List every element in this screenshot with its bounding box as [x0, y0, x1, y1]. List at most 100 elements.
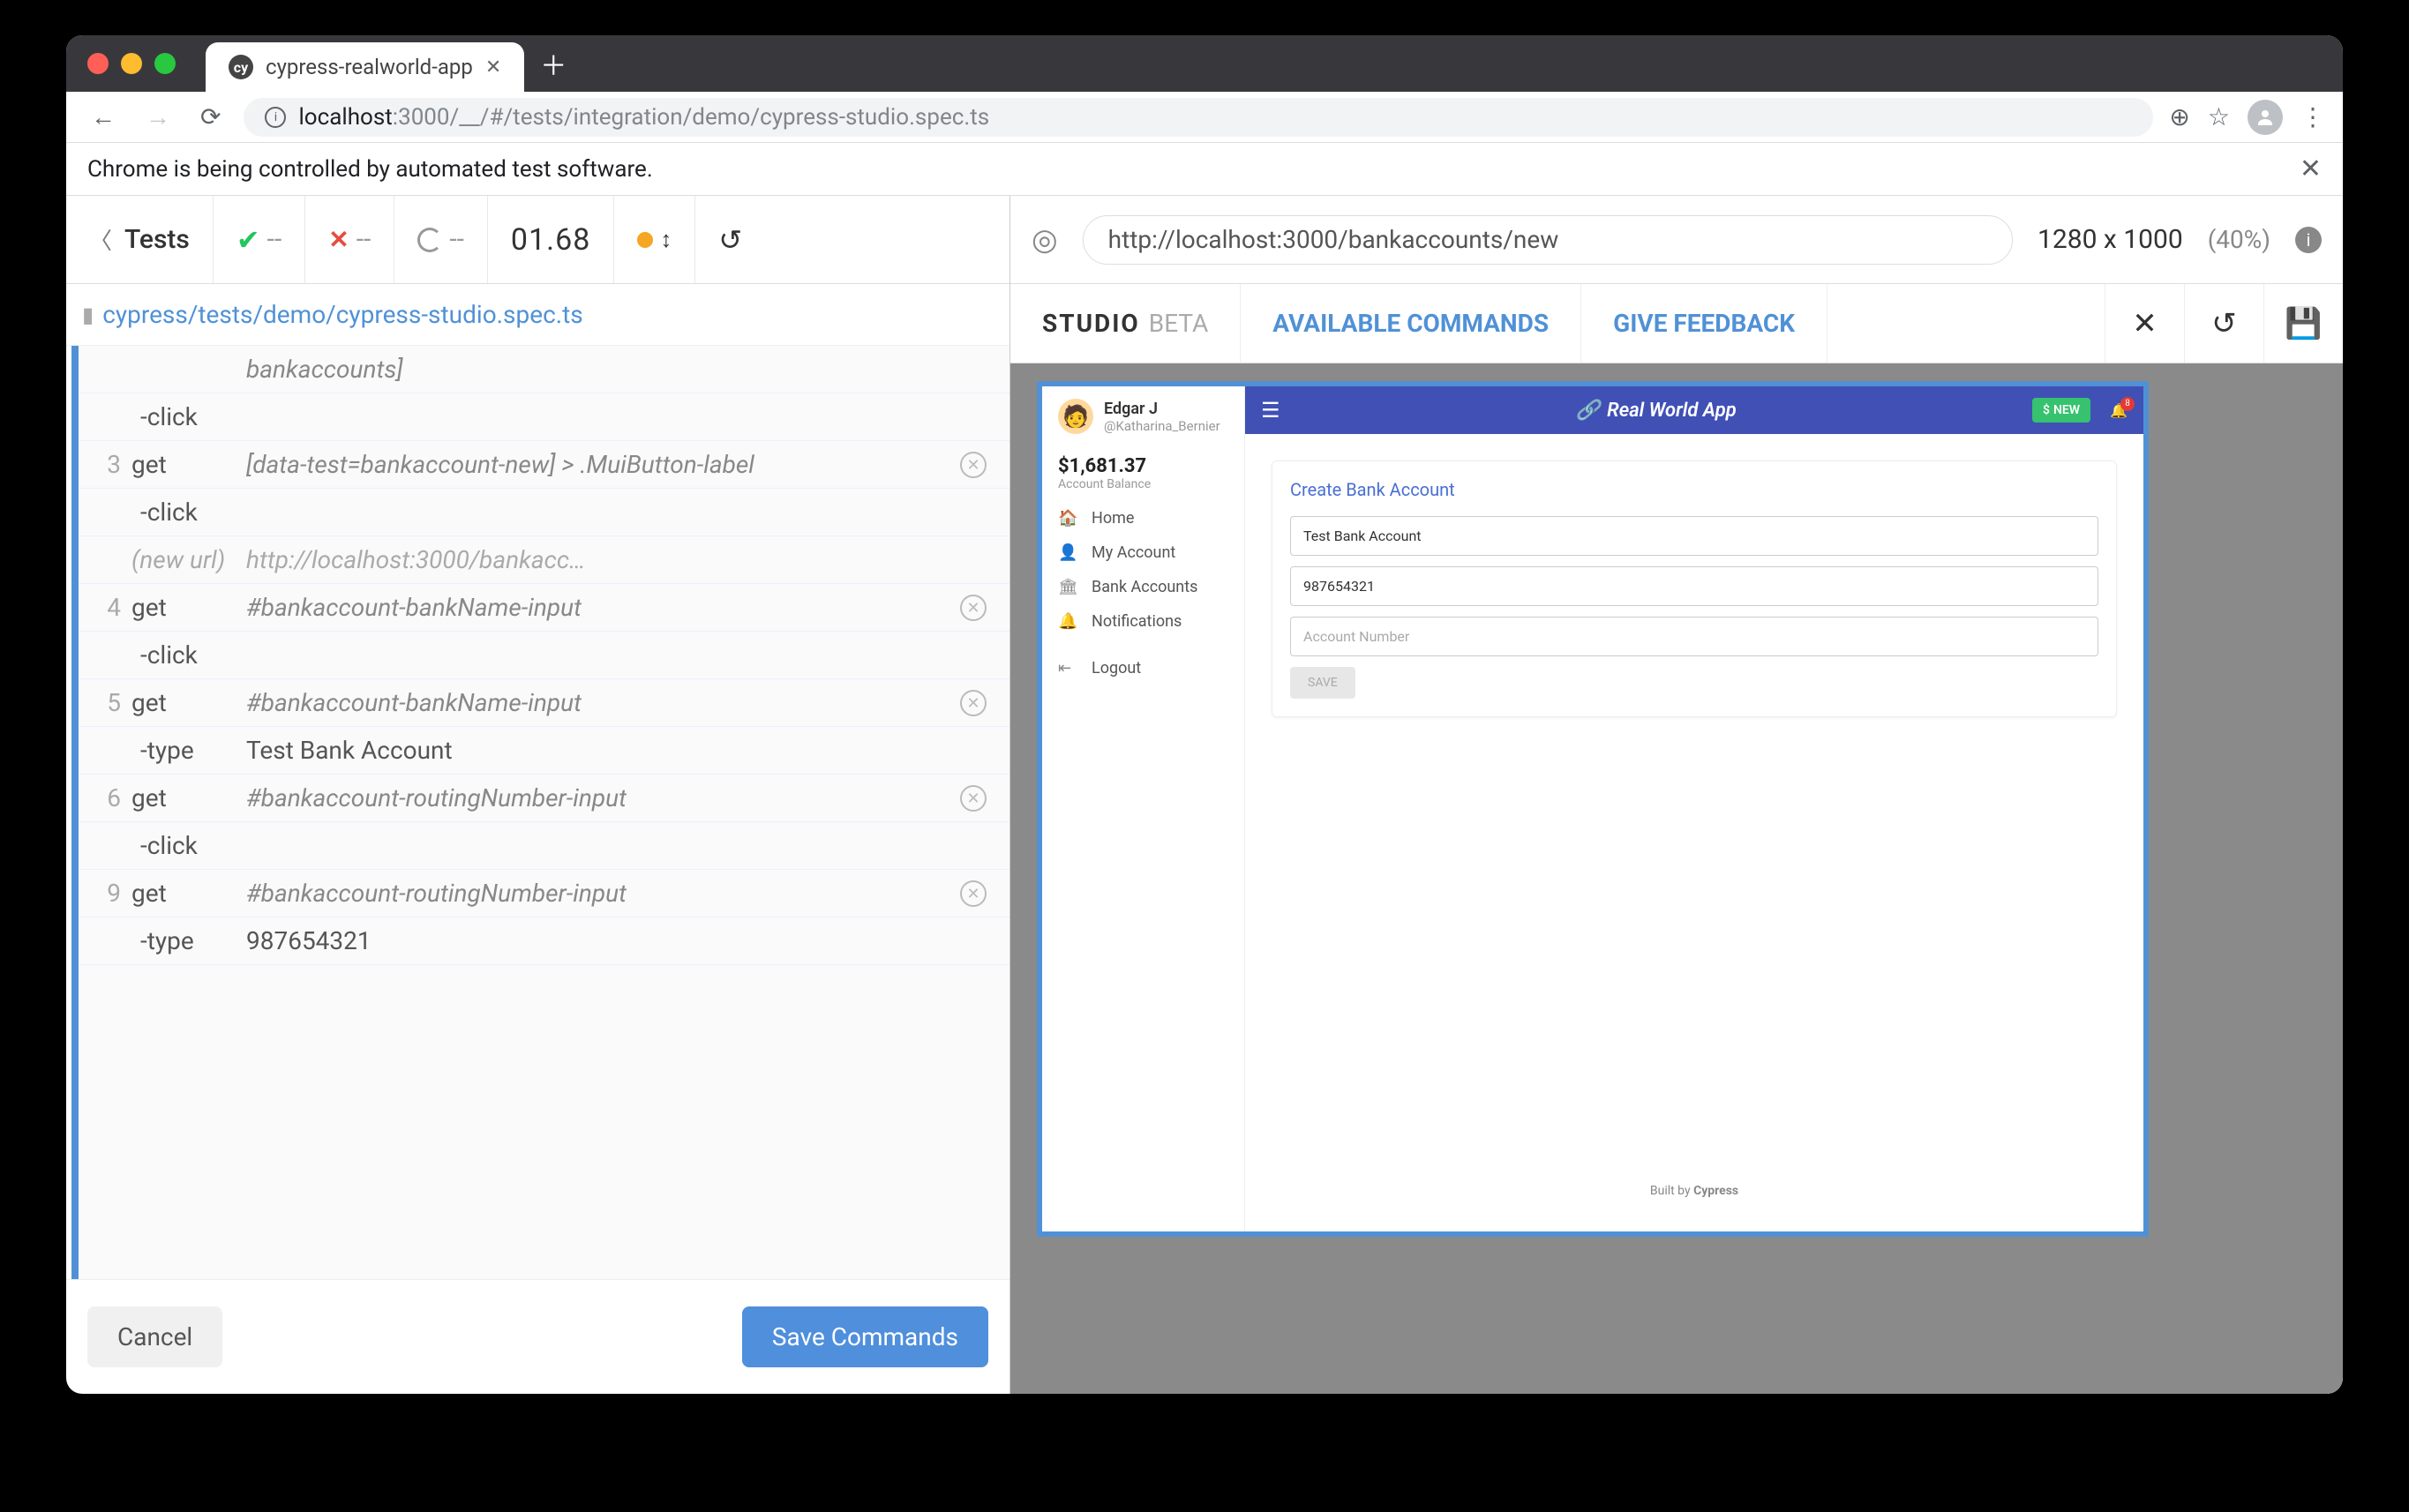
zoom-icon[interactable]: ⊕ — [2169, 102, 2189, 131]
balance-amount: $1,681.37 — [1058, 455, 1228, 477]
command-row[interactable]: 5get#bankaccount-bankName-input✕ — [79, 679, 1009, 727]
command-arg: [data-test=bankaccount-new] > .MuiButton… — [246, 450, 960, 479]
nav-my-account[interactable]: 👤My Account — [1058, 543, 1228, 562]
delete-command-icon[interactable]: ✕ — [960, 452, 987, 478]
titlebar: cy cypress-realworld-app ✕ ＋ — [66, 35, 2343, 92]
command-row[interactable]: -typeTest Bank Account — [79, 727, 1009, 775]
command-number: 5 — [79, 688, 131, 717]
new-transaction-button[interactable]: $NEW — [2032, 398, 2090, 423]
reload-button[interactable]: ⟳ — [193, 99, 228, 135]
command-name: get — [131, 593, 246, 622]
nav-logout[interactable]: ⇤Logout — [1058, 659, 1228, 677]
command-row[interactable]: -click — [79, 632, 1009, 679]
command-row[interactable]: -click — [79, 822, 1009, 870]
account-number-input[interactable] — [1290, 617, 2098, 656]
card-title: Create Bank Account — [1290, 479, 2098, 500]
cancel-button[interactable]: Cancel — [87, 1306, 222, 1367]
studio-save-button[interactable]: 💾 — [2263, 284, 2343, 363]
user-info: 🧑 Edgar J @Katharina_Bernier — [1058, 399, 1228, 434]
nav-bank-accounts[interactable]: 🏛Bank Accounts — [1058, 578, 1228, 596]
window-zoom-button[interactable] — [154, 53, 176, 74]
window-minimize-button[interactable] — [121, 53, 142, 74]
forward-button[interactable]: → — [139, 99, 177, 135]
command-row[interactable]: 4get#bankaccount-bankName-input✕ — [79, 584, 1009, 632]
browser-tabs: cy cypress-realworld-app ✕ ＋ — [206, 35, 567, 92]
studio-close-button[interactable]: ✕ — [2105, 284, 2184, 363]
infobar-text: Chrome is being controlled by automated … — [87, 156, 653, 183]
balance-label: Account Balance — [1058, 477, 1228, 491]
cypress-favicon: cy — [229, 55, 253, 79]
selector-playground-icon[interactable]: ◎ — [1032, 222, 1058, 258]
command-row[interactable]: 3get[data-test=bankaccount-new] > .MuiBu… — [79, 441, 1009, 489]
command-name: get — [131, 783, 246, 812]
command-name: get — [131, 879, 246, 908]
command-list[interactable]: bankaccounts] -click 3get[data-test=bankac… — [71, 346, 1009, 1279]
built-by: Built by Cypress — [1272, 1177, 2117, 1205]
delete-command-icon[interactable]: ✕ — [960, 880, 987, 907]
command-arg: 987654321 — [246, 926, 960, 955]
command-row[interactable]: -click — [79, 393, 1009, 441]
menu-icon[interactable]: ☰ — [1261, 398, 1280, 423]
command-row[interactable]: (new url)http://localhost:3000/bankacc… — [79, 536, 1009, 584]
delete-command-icon[interactable]: ✕ — [960, 690, 987, 716]
tests-back-button[interactable]: 〈 Tests — [66, 196, 214, 283]
app-content: Create Bank Account SAVE Built by Cypres… — [1245, 434, 2143, 1231]
tab-title: cypress-realworld-app — [266, 55, 473, 79]
url-port: :3000 — [393, 104, 450, 131]
command-row[interactable]: -click — [79, 489, 1009, 536]
command-row[interactable]: -type987654321 — [79, 917, 1009, 965]
spinner-icon — [417, 228, 442, 252]
tab-close-icon[interactable]: ✕ — [485, 56, 501, 79]
infobar-close-icon[interactable]: ✕ — [2300, 153, 2322, 184]
dollar-icon: $ — [2043, 403, 2050, 417]
person-icon: 👤 — [1058, 543, 1077, 562]
profile-icon[interactable] — [2248, 100, 2283, 135]
restart-button[interactable]: ↺ — [695, 196, 765, 283]
save-commands-button[interactable]: Save Commands — [742, 1306, 988, 1367]
command-arg: #bankaccount-bankName-input — [246, 593, 960, 622]
viewport-info-icon[interactable]: i — [2295, 227, 2322, 253]
command-name: -click — [131, 402, 246, 431]
command-row[interactable]: 9get#bankaccount-routingNumber-input✕ — [79, 870, 1009, 917]
command-arg: #bankaccount-bankName-input — [246, 688, 960, 717]
app-frame: 🧑 Edgar J @Katharina_Bernier $1,681.37 A… — [1037, 381, 2149, 1237]
create-bank-account-card: Create Bank Account SAVE — [1272, 460, 2117, 717]
new-tab-button[interactable]: ＋ — [540, 44, 567, 83]
bookmark-icon[interactable]: ☆ — [2208, 102, 2230, 131]
studio-restart-button[interactable]: ↺ — [2184, 284, 2263, 363]
delete-command-icon[interactable]: ✕ — [960, 595, 987, 621]
aut-url[interactable]: http://localhost:3000/bankaccounts/new — [1083, 215, 2013, 265]
give-feedback-link[interactable]: GIVE FEEDBACK — [1581, 284, 1827, 363]
record-dot-icon — [637, 232, 653, 248]
menu-icon[interactable]: ⋮ — [2300, 102, 2325, 131]
command-number: 6 — [79, 783, 131, 812]
notifications-button[interactable]: 🔔 8 — [2110, 402, 2128, 419]
url-input[interactable]: i localhost:3000/__/#/tests/integration/… — [244, 98, 2153, 137]
command-name: -type — [131, 926, 246, 955]
command-row[interactable]: 6get#bankaccount-routingNumber-input✕ — [79, 775, 1009, 822]
command-name: (new url) — [131, 545, 246, 574]
command-arg: #bankaccount-routingNumber-input — [246, 783, 960, 812]
site-info-icon[interactable]: i — [265, 107, 286, 128]
app-main: ☰ 🔗 Real World App $NEW 🔔 8 — [1245, 386, 2143, 1231]
save-bank-account-button[interactable]: SAVE — [1290, 667, 1355, 699]
window-close-button[interactable] — [87, 53, 109, 74]
auto-scroll-toggle[interactable]: ↕ — [614, 196, 695, 283]
browser-tab[interactable]: cy cypress-realworld-app ✕ — [206, 42, 524, 92]
back-button[interactable]: ← — [84, 99, 123, 135]
fail-count: ✕ -- — [305, 196, 394, 283]
command-number: 9 — [79, 879, 131, 908]
spec-file-link[interactable]: ▮ cypress/tests/demo/cypress-studio.spec… — [66, 284, 1009, 346]
bank-name-input[interactable] — [1290, 516, 2098, 556]
command-name: -click — [131, 498, 246, 527]
duration: 01.68 — [488, 196, 614, 283]
available-commands-link[interactable]: AVAILABLE COMMANDS — [1241, 284, 1581, 363]
app-sidebar: 🧑 Edgar J @Katharina_Bernier $1,681.37 A… — [1042, 386, 1245, 1231]
routing-number-input[interactable] — [1290, 566, 2098, 606]
aut-header: ◎ http://localhost:3000/bankaccounts/new… — [1010, 196, 2343, 284]
url-host: localhost — [298, 104, 392, 131]
nav-home[interactable]: 🏠Home — [1058, 509, 1228, 528]
nav-notifications[interactable]: 🔔Notifications — [1058, 612, 1228, 631]
delete-command-icon[interactable]: ✕ — [960, 785, 987, 812]
command-row[interactable]: bankaccounts] — [79, 346, 1009, 393]
